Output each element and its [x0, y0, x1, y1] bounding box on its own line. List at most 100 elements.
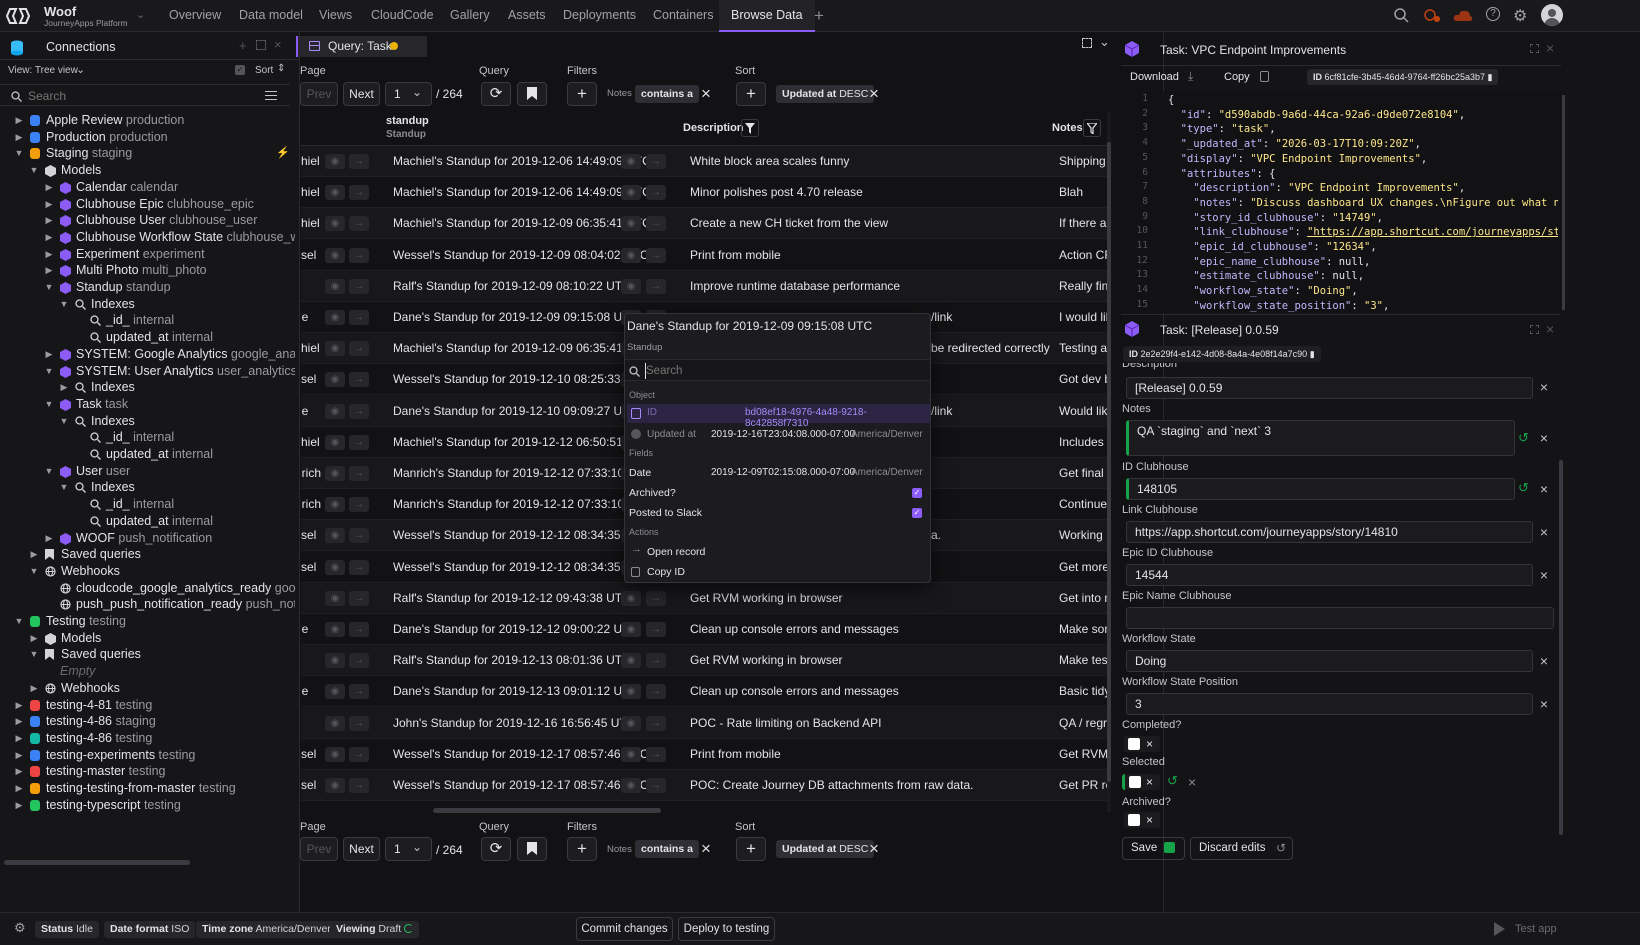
open-record-icon[interactable]: → — [349, 653, 369, 669]
column-header-description[interactable]: Description — [683, 122, 744, 134]
view-record-icon[interactable]: ◉ — [325, 216, 345, 232]
clear-workflow-state-icon[interactable]: × — [1538, 654, 1550, 668]
remove-sort-icon[interactable]: × — [869, 84, 879, 104]
view-record-icon[interactable]: ◉ — [325, 278, 345, 294]
caret-right-icon[interactable]: ▶ — [44, 530, 54, 547]
record-id-badge[interactable]: ID 2e2e29f4-e142-4d08-8a4a-4e08f14a7c90 … — [1123, 346, 1321, 362]
filter-operator[interactable]: contains a — [635, 85, 699, 103]
view-record-icon[interactable]: ◉ — [325, 434, 345, 450]
caret-down-icon[interactable]: ▼ — [44, 396, 54, 413]
sort-button[interactable]: Sort — [255, 65, 273, 76]
remove-sort-icon[interactable]: × — [869, 839, 879, 859]
copy-icon[interactable] — [1260, 71, 1269, 82]
link-clubhouse-field[interactable]: https://app.shortcut.com/journeyapps/sto… — [1126, 521, 1533, 543]
clear-description-icon[interactable]: × — [1538, 380, 1550, 394]
caret-right-icon[interactable]: ▶ — [44, 346, 54, 363]
caret-down-icon[interactable]: ▼ — [44, 363, 54, 380]
caret-right-icon[interactable]: ▶ — [14, 763, 24, 780]
add-sort-button[interactable]: + — [736, 82, 766, 106]
horizontal-scrollbar[interactable] — [4, 860, 190, 865]
revert-icon[interactable]: ↺ — [1167, 773, 1178, 789]
notes-field[interactable]: QA `staging` and `next` 3 — [1126, 420, 1515, 456]
revert-icon[interactable]: ↺ — [1518, 430, 1529, 446]
maximize-icon[interactable] — [1530, 44, 1539, 53]
open-record-icon[interactable]: → — [646, 185, 666, 201]
view-record-icon[interactable]: ◉ — [325, 559, 345, 575]
table-row[interactable]: ssel◉→Wessel's Standup for 2019-12-17 08… — [301, 739, 1111, 770]
view-record-icon[interactable]: ◉ — [325, 715, 345, 731]
view-record-icon[interactable]: ◉ — [621, 185, 641, 201]
view-record-icon[interactable]: ◉ — [325, 185, 345, 201]
open-record-icon[interactable]: → — [646, 154, 666, 169]
sort-icon[interactable]: ⇕ — [277, 63, 285, 74]
table-row[interactable]: chiel◉→Machiel's Standup for 2019-12-06 … — [301, 177, 1111, 209]
chevron-down-icon[interactable]: ⌄ — [76, 63, 85, 76]
open-record-icon[interactable]: → — [349, 278, 369, 294]
view-record-icon[interactable]: ◉ — [325, 154, 345, 169]
completed-checkbox[interactable] — [1128, 738, 1140, 750]
view-record-icon[interactable]: ◉ — [621, 778, 641, 793]
open-record-icon[interactable]: → — [349, 310, 369, 325]
open-record-icon[interactable]: → — [349, 778, 369, 793]
page-select-bottom[interactable]: 1 ⌄ — [385, 837, 432, 861]
view-record-icon[interactable]: ◉ — [325, 746, 345, 762]
filter-active-icon[interactable] — [1083, 119, 1101, 137]
open-record-icon[interactable]: → — [349, 559, 369, 575]
open-record-icon[interactable]: → — [646, 684, 666, 700]
caret-right-icon[interactable]: ▶ — [14, 697, 24, 714]
open-record-icon[interactable]: → — [349, 746, 369, 762]
open-record-icon[interactable]: → — [646, 715, 666, 731]
open-record-icon[interactable]: → — [349, 216, 369, 232]
prev-page-button-bottom[interactable]: Prev — [300, 837, 338, 861]
next-page-button[interactable]: Next — [343, 82, 380, 106]
download-button[interactable]: Download — [1130, 71, 1179, 83]
tab-deployments[interactable]: Deployments — [563, 0, 636, 32]
prev-page-button[interactable]: Prev — [300, 82, 338, 106]
discard-edits-button[interactable]: Discard edits ↺ — [1190, 837, 1293, 860]
tree-search-input[interactable] — [28, 88, 248, 104]
caret-right-icon[interactable]: ▶ — [44, 212, 54, 229]
next-page-button-bottom[interactable]: Next — [343, 837, 380, 861]
caret-right-icon[interactable]: ▶ — [14, 747, 24, 764]
tab-containers[interactable]: Containers — [653, 0, 713, 32]
sort-chip-bottom[interactable]: Updated at DESC — [776, 840, 875, 858]
open-record-action[interactable]: Open record — [647, 546, 705, 558]
view-record-icon[interactable]: ◉ — [325, 466, 345, 481]
clear-epic-id-icon[interactable]: × — [1538, 568, 1550, 582]
date-format-badge[interactable]: Date format ISO — [104, 921, 196, 938]
view-record-icon[interactable]: ◉ — [325, 528, 345, 544]
open-record-icon[interactable]: → — [349, 372, 369, 388]
horizontal-scrollbar[interactable] — [433, 808, 661, 813]
test-app-button[interactable]: Test app — [1515, 923, 1557, 935]
caret-down-icon[interactable]: ▼ — [29, 162, 39, 179]
view-record-icon[interactable]: ◉ — [325, 310, 345, 325]
chevron-down-icon[interactable]: ⌄ — [1099, 34, 1110, 50]
view-mode-select[interactable]: View: Tree view — [8, 65, 78, 76]
open-record-icon[interactable]: → — [349, 622, 369, 637]
caret-right-icon[interactable]: ▶ — [44, 179, 54, 196]
filter-icon[interactable] — [741, 119, 759, 137]
commit-changes-button[interactable]: Commit changes — [576, 917, 673, 941]
description-field[interactable]: [Release] 0.0.59 — [1126, 377, 1533, 399]
clear-icon[interactable]: × — [1146, 774, 1153, 790]
open-record-icon[interactable]: → — [646, 216, 666, 232]
revert-icon[interactable]: ↺ — [1518, 480, 1529, 496]
copy-button[interactable]: Copy — [1224, 71, 1250, 83]
open-record-icon[interactable]: → — [349, 247, 369, 263]
maximize-icon[interactable] — [1530, 325, 1539, 334]
add-connection-icon[interactable]: + — [239, 38, 247, 53]
table-row[interactable]: f◉→Ralf's Standup for 2019-12-09 08:10:2… — [301, 270, 1111, 302]
table-row[interactable]: ssel◉→Wessel's Standup for 2019-12-17 08… — [301, 770, 1111, 801]
close-icon[interactable]: × — [1546, 321, 1554, 337]
popup-id-row[interactable]: ID bd08ef18-4976-4a48-9218-8c42858f7310 — [627, 404, 930, 429]
view-record-icon[interactable]: ◉ — [621, 278, 641, 294]
table-row[interactable]: ne ◉ → Dane's Standup for 2019-12-12 09:00:… — [301, 614, 1111, 645]
caret-right-icon[interactable]: ▶ — [14, 730, 24, 747]
view-record-icon[interactable]: ◉ — [325, 653, 345, 669]
epic-id-field[interactable]: 14544 — [1126, 564, 1533, 586]
expand-icon[interactable] — [256, 40, 266, 50]
tab-views[interactable]: Views — [319, 0, 352, 32]
open-record-icon[interactable]: → — [646, 746, 666, 762]
open-record-icon[interactable]: → — [646, 778, 666, 793]
close-panel-icon[interactable]: × — [274, 37, 282, 52]
